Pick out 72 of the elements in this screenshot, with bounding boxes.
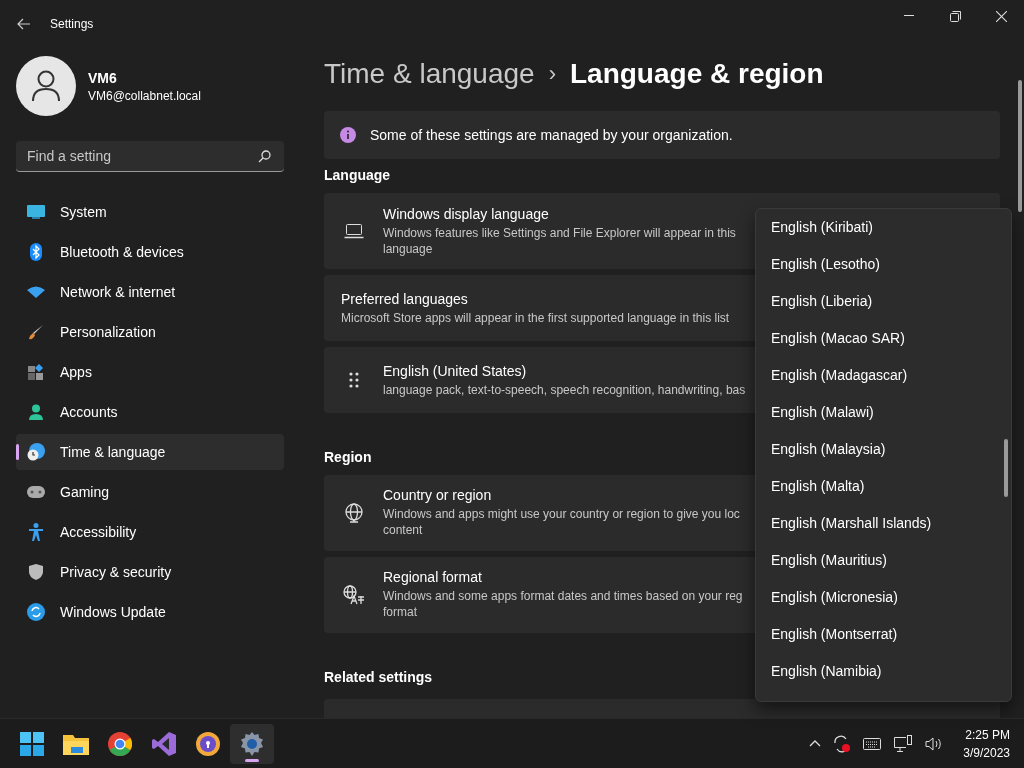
chevron-up-icon[interactable] [809, 740, 822, 747]
gamepad-icon [27, 486, 45, 498]
sidebar-item[interactable]: Accessibility [16, 514, 284, 550]
setting-description: Windows features like Settings and File Explorer will appear in this language [383, 224, 737, 257]
restore-icon [949, 10, 961, 22]
setting-title: Regional format [383, 569, 483, 586]
breadcrumb-link[interactable]: Time & language [324, 58, 535, 91]
back-arrow-icon [17, 18, 31, 30]
sidebar-item[interactable]: Network & internet [16, 274, 284, 310]
setting-description: language pack, text-to-speech, speech recognition, handwriting, bas [383, 381, 746, 398]
search-icon [258, 150, 271, 163]
section-title: Region [324, 449, 372, 466]
page-title: Language & region [570, 58, 824, 91]
gear-icon [240, 731, 264, 756]
sidebar-item[interactable]: Time & language [16, 434, 284, 470]
search-field[interactable]: Find a setting [16, 141, 284, 172]
sidebar-item[interactable]: Gaming [16, 474, 284, 510]
breadcrumb-separator: › [548, 61, 556, 88]
banner-text: Some of these settings are managed by your organization. [370, 127, 733, 143]
setting-title: English (United States) [383, 362, 528, 379]
setting-description: Windows and apps might use your country or region to give you loc content [383, 506, 741, 539]
monitor-icon [27, 205, 45, 219]
lock-shield-icon [196, 731, 220, 756]
wifi-icon [27, 286, 45, 298]
taskbar-app[interactable] [230, 723, 274, 764]
close-icon [995, 10, 1007, 22]
volume-icon[interactable] [925, 735, 944, 752]
sidebar-item[interactable]: Privacy & security [16, 554, 284, 590]
clock-globe-icon [27, 443, 45, 461]
scrollbar-thumb[interactable] [1018, 80, 1022, 212]
user-email: VM6@collabnet.local [88, 88, 201, 103]
setting-title: Country or region [383, 487, 493, 504]
clock-time[interactable]: 2:25 PM [963, 725, 1010, 744]
info-icon [340, 127, 356, 143]
brush-icon [28, 324, 44, 340]
sync-icon[interactable] [833, 734, 852, 753]
laptop-icon [343, 223, 364, 240]
user-name: VM6 [88, 69, 118, 86]
sidebar-item[interactable]: Bluetooth & devices [16, 234, 284, 270]
minimize-icon [904, 15, 914, 17]
accessibility-icon [29, 523, 43, 541]
setting-description: Microsoft Store apps will appear in the first supported language in this list [341, 309, 730, 326]
drag-handle-icon[interactable] [348, 372, 359, 389]
sidebar-item[interactable]: Windows Update [16, 594, 284, 630]
dropdown-option[interactable]: English (Malaysia) [756, 430, 1007, 467]
keyboard-icon[interactable] [863, 737, 882, 750]
setting-title: Windows display language [383, 205, 550, 222]
globe-text-icon [342, 584, 365, 605]
update-icon [27, 603, 45, 621]
bluetooth-icon [30, 243, 42, 261]
person-icon [28, 403, 44, 421]
section-title: Related settings [324, 668, 433, 685]
sidebar-item[interactable]: System [16, 194, 284, 230]
sidebar-item[interactable]: Apps [16, 354, 284, 390]
window-title: Settings [50, 17, 94, 31]
dropdown-option[interactable]: English (Namibia) [756, 652, 1007, 689]
sidebar-item[interactable]: Personalization [16, 314, 284, 350]
setting-description: Windows and some apps format dates and times based on your reg format [383, 588, 744, 621]
setting-title: Preferred languages [341, 290, 469, 307]
browser-icon [108, 731, 132, 756]
scrollbar-thumb[interactable] [1004, 439, 1008, 497]
windows-logo-icon [20, 731, 44, 756]
folder-icon [63, 732, 89, 755]
network-icon[interactable] [893, 734, 914, 753]
avatar [16, 56, 76, 116]
shield-icon [29, 564, 43, 580]
apps-icon [28, 364, 44, 380]
sidebar-item[interactable]: Accounts [16, 394, 284, 430]
section-title: Language [324, 167, 391, 184]
ribbon-icon [152, 731, 176, 756]
globe-icon [343, 502, 364, 523]
clock-date[interactable]: 3/9/2023 [963, 743, 1010, 762]
